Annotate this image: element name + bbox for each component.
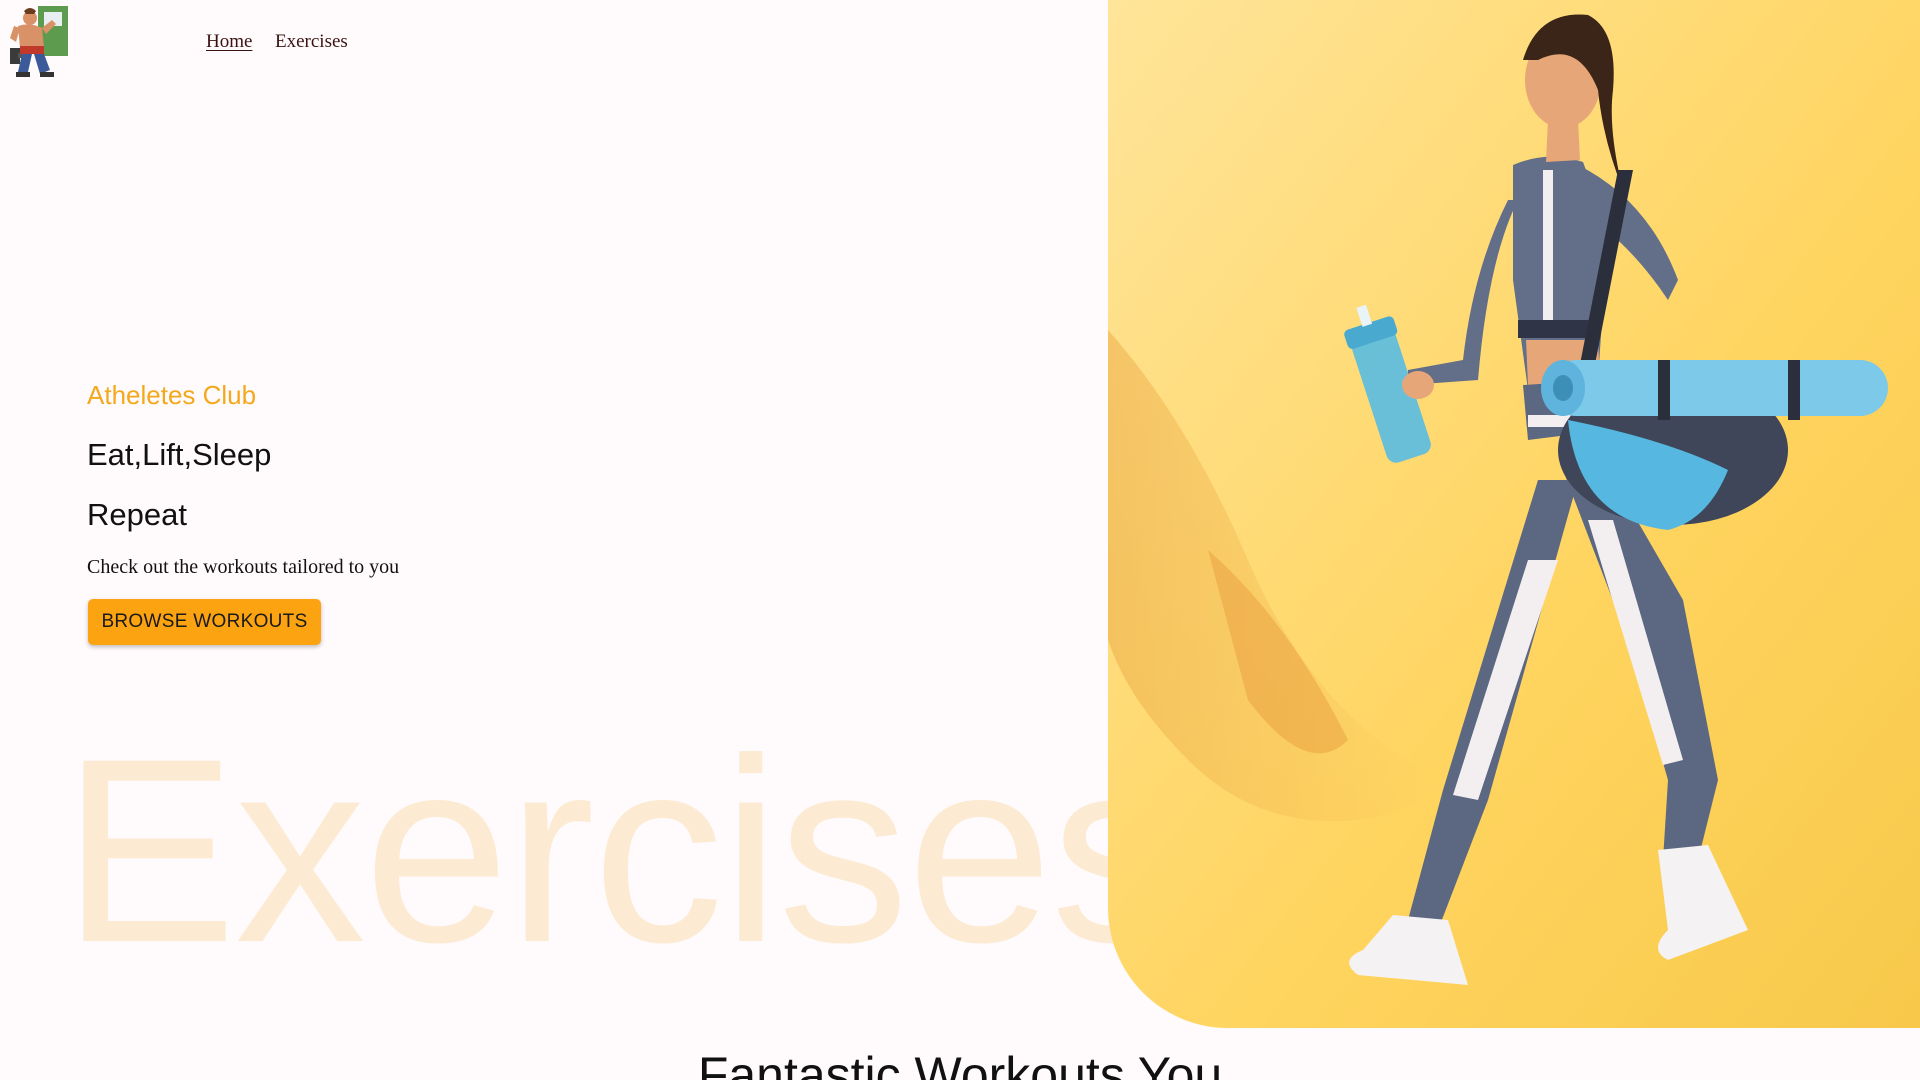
hero-watermark-text: Exercises	[62, 704, 1182, 997]
home-page: Home Exercises Atheletes Club Eat,Lift,S…	[0, 0, 1920, 1080]
hero-description: Check out the workouts tailored to you	[87, 556, 400, 578]
section-heading: Fantastic Workouts You	[697, 1047, 1223, 1080]
hero-banner-image	[1108, 0, 1920, 1028]
hero-headline-line2: Repeat	[87, 497, 187, 532]
bodybuilder-logo-icon[interactable]	[4, 2, 76, 82]
hero-tagline: Atheletes Club	[87, 380, 257, 410]
nav-link-exercises[interactable]: Exercises	[275, 31, 348, 53]
nav-link-home[interactable]: Home	[206, 31, 252, 53]
navbar: Home Exercises	[0, 0, 600, 90]
browse-workouts-button[interactable]: BROWSE WORKOUTS	[88, 599, 321, 645]
hero-headline-line1: Eat,Lift,Sleep	[87, 437, 272, 472]
